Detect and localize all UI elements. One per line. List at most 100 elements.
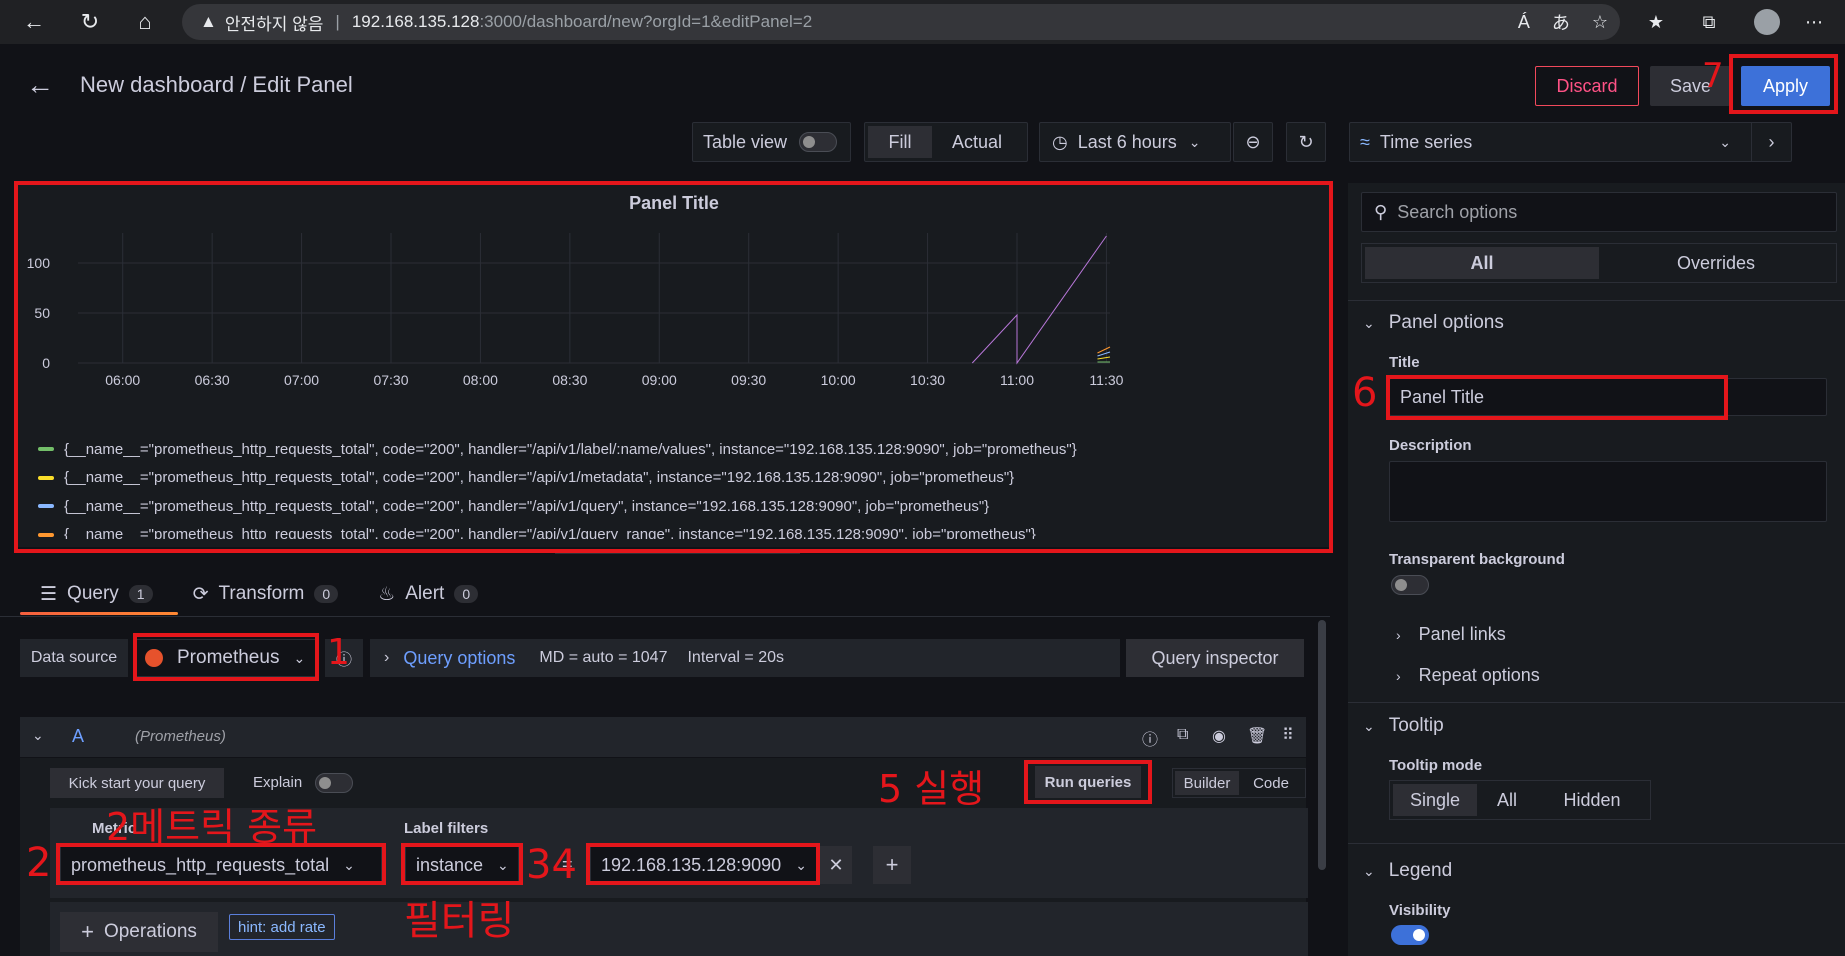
tooltip-mode-hidden[interactable]: Hidden (1537, 784, 1647, 816)
visualization-picker[interactable]: ≈ Time series ⌄ › (1349, 122, 1792, 162)
tooltip-mode-label: Tooltip mode (1389, 757, 1483, 774)
collapse-options-icon[interactable]: › (1751, 123, 1791, 161)
time-picker[interactable]: ◷ Last 6 hours ⌄ (1039, 122, 1231, 162)
table-view-toggle[interactable]: Table view (692, 122, 851, 162)
actual-option[interactable]: Actual (932, 126, 1022, 158)
tooltip-mode-all[interactable]: All (1477, 784, 1537, 816)
operations-button[interactable]: + Operations (60, 912, 218, 952)
legend-item[interactable]: {__name__="prometheus_http_requests_tota… (38, 464, 1328, 493)
chevron-right-icon: › (384, 649, 390, 666)
tooltip-mode-single[interactable]: Single (1393, 784, 1477, 816)
legend-visibility-toggle[interactable] (1391, 925, 1429, 945)
explain-label: Explain (253, 774, 303, 791)
tab-count: 0 (454, 585, 479, 603)
zoom-out-icon[interactable]: ⊖ (1233, 122, 1273, 162)
address-bar[interactable]: ▲ 안전하지 않음 | 192.168.135.128:3000/dashboa… (182, 4, 1620, 40)
home-icon[interactable]: ⌂ (129, 6, 161, 38)
run-queries-button[interactable]: Run queries (1035, 766, 1141, 798)
query-options-bar[interactable]: › Query options MD = auto = 1047 Interva… (370, 639, 1120, 677)
panel-links-header[interactable]: › Panel links (1396, 624, 1506, 645)
legend-item[interactable]: {__name__="prometheus_http_requests_tota… (38, 492, 1328, 521)
query-datasource-name: (Prometheus) (135, 728, 226, 745)
panel-options-header[interactable]: ⌄ Panel options (1363, 312, 1504, 334)
x-tick-label: 08:00 (463, 372, 498, 388)
query-inspector-button[interactable]: Query inspector (1126, 639, 1304, 677)
tab-alert[interactable]: ♨ Alert 0 (358, 572, 498, 616)
kick-start-button[interactable]: Kick start your query (50, 768, 224, 798)
description-label: Description (1389, 437, 1472, 454)
legend-item[interactable]: {__name__="prometheus_http_requests_tota… (38, 521, 1328, 539)
tabs-divider (0, 616, 1330, 617)
back-icon[interactable]: ← (18, 6, 50, 38)
series-line (1097, 356, 1111, 360)
query-ref[interactable]: A (72, 726, 84, 747)
tab-overrides[interactable]: Overrides (1599, 247, 1833, 279)
datasource-select[interactable]: Prometheus ⌄ (134, 639, 316, 677)
remove-filter-icon[interactable]: ✕ (820, 846, 852, 884)
collapse-icon[interactable]: ⌄ (32, 727, 44, 744)
favorite-add-icon[interactable]: ☆ (1592, 12, 1608, 33)
transparent-toggle[interactable] (1391, 575, 1429, 595)
tab-transform[interactable]: ⟳ Transform 0 (173, 572, 359, 616)
duplicate-icon[interactable]: ⧉ (1177, 726, 1188, 744)
scrollbar[interactable] (1318, 620, 1326, 870)
search-options-input[interactable]: ⚲ Search options (1361, 192, 1837, 232)
fill-option[interactable]: Fill (868, 126, 932, 158)
builder-mode[interactable]: Builder (1175, 771, 1239, 795)
y-tick-label: 100 (27, 255, 51, 271)
discard-button[interactable]: Discard (1535, 66, 1639, 106)
label-value-select[interactable]: 192.168.135.128:9090 ⌄ (590, 846, 818, 884)
apply-button[interactable]: Apply (1741, 66, 1830, 106)
url-separator: | (335, 12, 340, 31)
annotation-run-label: 5 실행 (878, 767, 985, 811)
annotation-filtering: 필터링 (404, 898, 515, 944)
description-textarea[interactable] (1389, 461, 1827, 522)
title-label: Title (1389, 354, 1420, 371)
options-tabs: All Overrides (1361, 243, 1837, 283)
repeat-options-header[interactable]: › Repeat options (1396, 665, 1540, 686)
tab-query[interactable]: ☰ Query 1 (20, 572, 173, 616)
more-icon[interactable]: ⋯ (1800, 8, 1828, 36)
max-data-points: MD = auto = 1047 (539, 649, 668, 666)
annotation-2: 2 (26, 840, 52, 886)
database-icon: ☰ (40, 583, 58, 605)
legend-item[interactable]: {__name__="prometheus_http_requests_tota… (38, 435, 1328, 464)
section-title: Tooltip (1388, 715, 1444, 736)
chevron-right-icon: › (1396, 668, 1401, 684)
title-input[interactable]: Panel Title (1389, 378, 1827, 416)
trash-icon[interactable]: 🗑 (1247, 726, 1267, 746)
resize-handle[interactable] (555, 551, 800, 554)
x-tick-label: 07:00 (284, 372, 319, 388)
translate-icon[interactable]: あ (1552, 9, 1570, 35)
annotation-7: 7 (1702, 56, 1724, 96)
add-filter-icon[interactable]: + (873, 846, 911, 884)
tab-all[interactable]: All (1365, 247, 1599, 279)
x-tick-label: 11:30 (1089, 372, 1123, 388)
hint-badge[interactable]: hint: add rate (229, 914, 335, 940)
back-arrow-icon[interactable]: ← (26, 69, 54, 101)
favorites-icon[interactable]: ★ (1642, 8, 1670, 36)
tooltip-header[interactable]: ⌄ Tooltip (1363, 715, 1444, 737)
help-icon[interactable]: ⓘ (1142, 726, 1158, 750)
profile-avatar[interactable] (1754, 9, 1780, 35)
eye-icon[interactable]: ◉ (1212, 726, 1226, 746)
collections-icon[interactable]: ⧉ (1695, 8, 1723, 36)
url-actions: Á あ ☆ (1518, 4, 1620, 40)
label-key-select[interactable]: instance ⌄ (405, 846, 519, 884)
refresh-icon[interactable]: ↻ (1286, 122, 1326, 162)
time-range-label: Last 6 hours (1077, 131, 1177, 152)
legend-header[interactable]: ⌄ Legend (1363, 860, 1452, 882)
query-options-link[interactable]: Query options (403, 648, 515, 669)
reload-icon[interactable]: ↻ (74, 6, 106, 38)
tab-label: Alert (405, 583, 445, 604)
drag-handle-icon[interactable]: ⠿ (1282, 725, 1294, 745)
read-aloud-icon[interactable]: Á (1518, 12, 1530, 33)
code-mode[interactable]: Code (1239, 771, 1303, 795)
legend-label: {__name__="prometheus_http_requests_tota… (64, 440, 1077, 458)
chevron-down-icon: ⌄ (1363, 315, 1375, 331)
options-pane (1348, 183, 1845, 956)
chevron-down-icon: ⌄ (497, 856, 509, 873)
metric-select[interactable]: prometheus_http_requests_total ⌄ (60, 846, 382, 884)
explain-toggle[interactable] (315, 773, 353, 793)
table-view-switch[interactable] (799, 132, 838, 152)
